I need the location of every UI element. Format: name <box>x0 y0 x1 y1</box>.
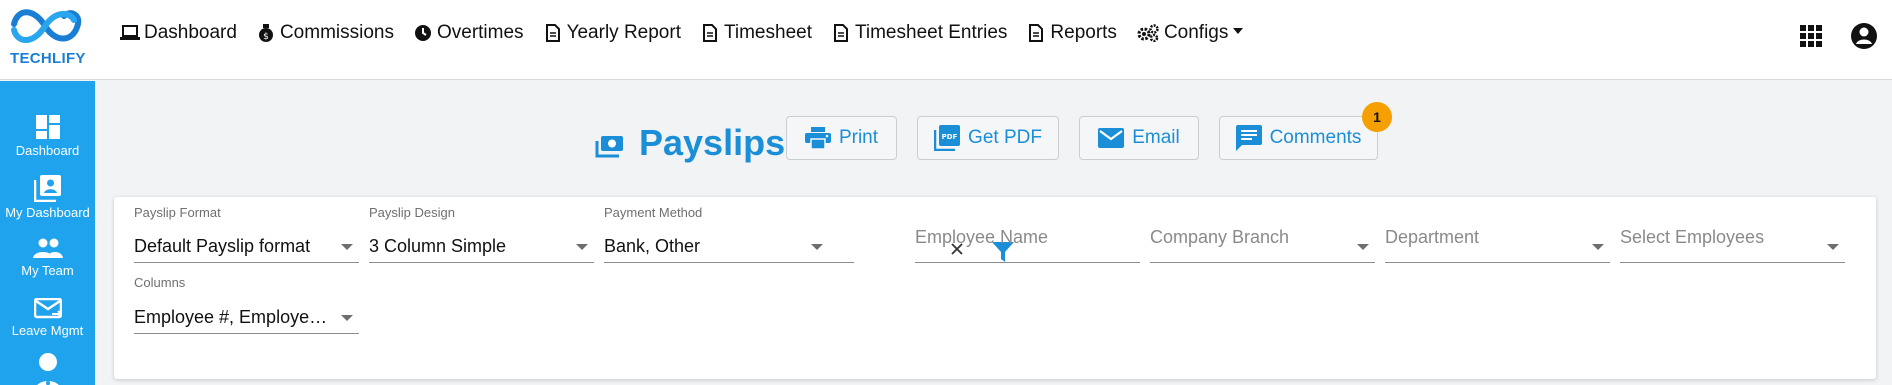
clock-icon <box>413 23 433 43</box>
dropdown-arrow-icon <box>1357 244 1369 250</box>
apps-grid-icon[interactable] <box>1800 25 1826 51</box>
page-title: Payslips <box>595 118 785 168</box>
sidebar-item-label: Dashboard <box>15 143 80 158</box>
account-circle-icon[interactable] <box>1850 22 1878 50</box>
nav-item-label: Timesheet <box>723 22 812 43</box>
nav-item-configs[interactable]: Configs <box>1136 22 1244 44</box>
file-icon <box>543 23 563 43</box>
nav-item-yearly-report[interactable]: Yearly Report <box>543 22 681 44</box>
payslip-format-select[interactable]: Payslip Format Default Payslip format <box>134 205 359 263</box>
email-button[interactable]: Email <box>1079 116 1199 160</box>
nav-item-dashboard[interactable]: Dashboard <box>120 22 237 44</box>
comments-button-label: Comments <box>1269 127 1362 148</box>
dropdown-arrow-icon <box>1592 244 1604 250</box>
dropdown-arrow-icon <box>341 244 353 250</box>
filters-card: Payslip Format Default Payslip format Pa… <box>114 197 1876 379</box>
nav-item-label: Yearly Report <box>566 22 681 43</box>
nav-item-timesheet[interactable]: Timesheet <box>700 22 812 44</box>
logo-mark-icon <box>11 9 82 43</box>
sidebar-item-label: Leave Mgmt <box>11 323 84 338</box>
payslip-icon <box>595 126 625 168</box>
nav-item-label: Commissions <box>279 22 394 43</box>
dropdown-arrow-icon <box>1827 244 1839 250</box>
sidebar-item-leave-mgmt[interactable]: Leave Mgmt <box>0 298 95 338</box>
nav-item-overtimes[interactable]: Overtimes <box>413 22 524 44</box>
sidebar-item-label: My Team <box>21 263 74 278</box>
field-label: Columns <box>134 275 186 290</box>
nav-item-label: Configs <box>1163 22 1229 43</box>
field-label: Payment Method <box>604 205 703 220</box>
nav-item-label: Overtimes <box>436 22 524 43</box>
sidebar-item-label: My Dashboard <box>5 205 90 220</box>
person-icon <box>37 353 58 385</box>
portrait-icon <box>33 175 61 202</box>
top-navbar: TECHLIFY Dashboard $ Commissions Overtim… <box>0 0 1892 80</box>
field-placeholder: Department <box>1385 225 1610 263</box>
print-button[interactable]: Print <box>786 116 897 160</box>
nav-item-reports[interactable]: Reports <box>1026 22 1117 44</box>
file-icon <box>831 23 851 43</box>
main-nav: Dashboard $ Commissions Overtimes Yearly… <box>120 22 1262 44</box>
nav-item-label: Reports <box>1050 22 1117 43</box>
columns-select[interactable]: Columns Employee #, Employee, Designatio… <box>134 275 359 334</box>
file-icon <box>700 23 720 43</box>
group-icon <box>32 238 63 258</box>
comments-count-badge: 1 <box>1362 102 1392 132</box>
field-value: 3 Column Simple <box>369 229 594 263</box>
nav-item-label: Timesheet Entries <box>854 22 1008 43</box>
company-branch-select[interactable]: Company Branch <box>1150 205 1375 263</box>
comments-button[interactable]: Comments <box>1219 116 1378 160</box>
sidebar-item-dashboard[interactable]: Dashboard <box>0 114 95 158</box>
laptop-icon <box>120 23 140 43</box>
print-button-label: Print <box>838 127 879 148</box>
field-value: Employee #, Employee, Designation, Depar… <box>134 300 359 334</box>
nav-item-label: Dashboard <box>144 22 237 43</box>
department-select[interactable]: Department <box>1385 205 1610 263</box>
email-icon <box>1098 128 1125 148</box>
comment-icon <box>1235 125 1262 151</box>
sidebar: Dashboard My Dashboard My Team Leave Mgm… <box>0 81 95 385</box>
sidebar-item-my-team[interactable]: My Team <box>0 238 95 278</box>
payment-method-select[interactable]: Payment Method Bank, Other <box>604 205 854 263</box>
field-placeholder: Select Employees <box>1620 225 1845 263</box>
nav-item-commissions[interactable]: $ Commissions <box>256 22 394 44</box>
file-icon <box>1026 23 1046 43</box>
techlify-logo[interactable]: TECHLIFY <box>6 6 86 72</box>
svg-text:PDF: PDF <box>942 133 958 141</box>
sidebar-item-my-dashboard[interactable]: My Dashboard <box>0 174 95 220</box>
field-label: Payslip Format <box>134 205 221 220</box>
pdf-icon: PDF <box>934 125 961 151</box>
select-employees-select[interactable]: Select Employees <box>1620 205 1845 263</box>
email-button-label: Email <box>1132 127 1180 148</box>
svg-text:$: $ <box>263 32 269 42</box>
print-icon <box>804 127 831 149</box>
field-label: Payslip Design <box>369 205 455 220</box>
chevron-down-icon <box>1233 28 1244 34</box>
dropdown-arrow-icon <box>576 244 588 250</box>
sidebar-item-profile[interactable] <box>0 353 95 385</box>
payslip-design-select[interactable]: Payslip Design 3 Column Simple <box>369 205 594 263</box>
field-placeholder: Employee Name <box>915 225 1140 263</box>
logo-text: TECHLIFY <box>10 50 86 67</box>
dropdown-arrow-icon <box>341 315 353 321</box>
field-value: Default Payslip format <box>134 229 359 263</box>
mail-icon <box>33 298 62 319</box>
get-pdf-button-label: Get PDF <box>968 127 1042 148</box>
money-bag-icon: $ <box>256 23 276 43</box>
dropdown-arrow-icon <box>811 244 823 250</box>
page-title-text: Payslips <box>639 122 786 163</box>
field-placeholder: Company Branch <box>1150 225 1375 263</box>
employee-name-input[interactable]: Employee Name <box>915 205 1140 263</box>
nav-item-timesheet-entries[interactable]: Timesheet Entries <box>831 22 1007 44</box>
gears-icon <box>1136 23 1160 43</box>
dashboard-icon <box>35 115 60 139</box>
get-pdf-button[interactable]: PDF Get PDF <box>917 116 1059 160</box>
